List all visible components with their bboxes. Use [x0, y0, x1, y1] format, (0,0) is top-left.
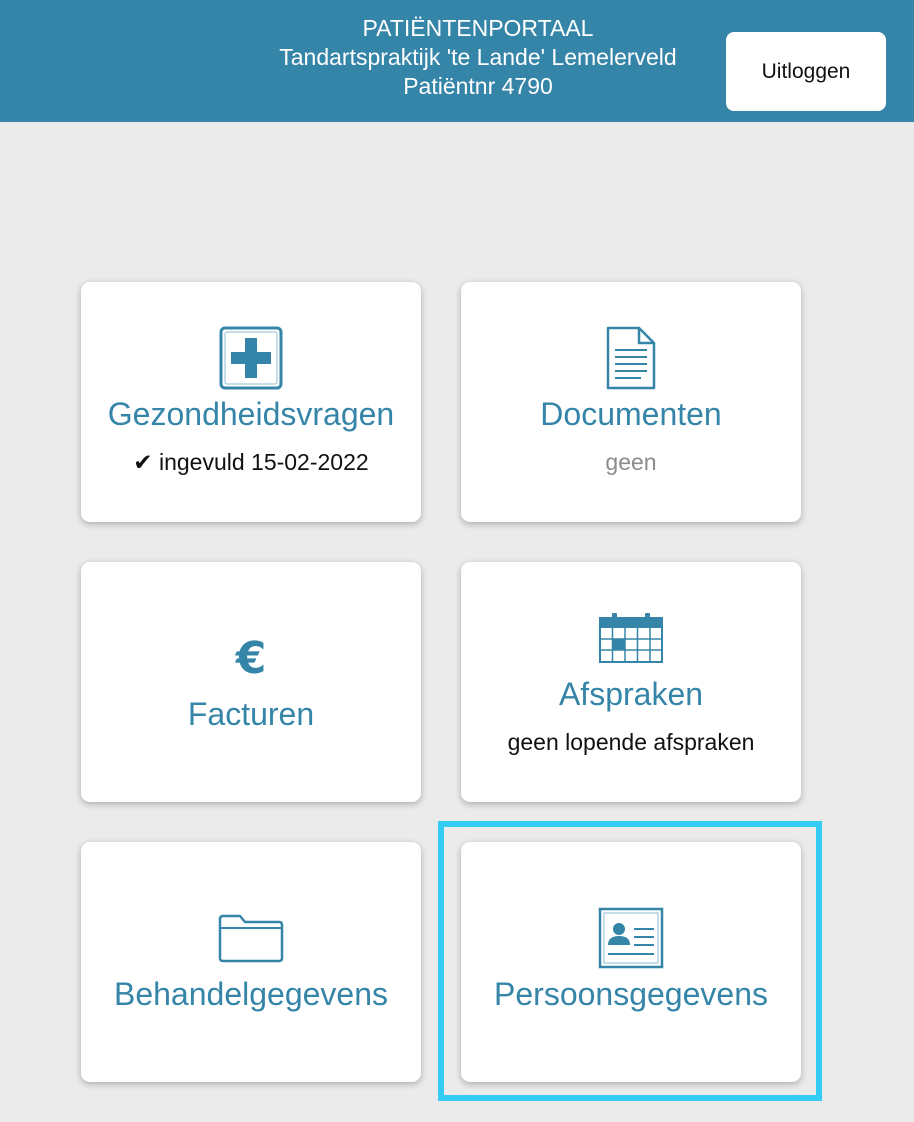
tile-title: Gezondheidsvragen	[107, 396, 395, 432]
folder-icon	[81, 906, 421, 970]
id-card-icon	[461, 906, 801, 970]
euro-glyph: €	[235, 632, 267, 684]
tile-health-questions[interactable]: Gezondheidsvragen ✔ ingevuld 15-02-2022	[81, 282, 421, 522]
tile-title: Behandelgegevens	[113, 976, 388, 1012]
tile-status: geen lopende afspraken	[507, 729, 755, 755]
tile-title: Persoonsgegevens	[494, 976, 768, 1012]
tile-title: Afspraken	[558, 676, 704, 712]
calendar-icon	[461, 606, 801, 670]
portal-header: PATIËNTENPORTAAL Tandartspraktijk 'te La…	[0, 0, 914, 122]
euro-icon: €	[81, 626, 421, 690]
header-text: PATIËNTENPORTAAL Tandartspraktijk 'te La…	[200, 14, 756, 101]
logout-button[interactable]: Uitloggen	[726, 32, 886, 111]
document-icon	[461, 326, 801, 390]
medical-cross-icon	[81, 326, 421, 390]
tile-title: Documenten	[540, 396, 722, 432]
tile-appointments[interactable]: Afspraken geen lopende afspraken	[461, 562, 801, 802]
patient-number: Patiëntnr 4790	[403, 73, 553, 99]
tile-personal-data[interactable]: Persoonsgegevens	[461, 842, 801, 1082]
practice-name: Tandartspraktijk 'te Lande' Lemelerveld	[279, 44, 677, 70]
tile-documents[interactable]: Documenten geen	[461, 282, 801, 522]
portal-title: PATIËNTENPORTAAL	[362, 15, 594, 41]
tile-title: Facturen	[187, 696, 315, 732]
tile-status: ✔ ingevuld 15-02-2022	[133, 449, 369, 475]
tile-status: geen	[605, 449, 657, 475]
tile-treatment-data[interactable]: Behandelgegevens	[81, 842, 421, 1082]
tile-invoices[interactable]: € Facturen	[81, 562, 421, 802]
